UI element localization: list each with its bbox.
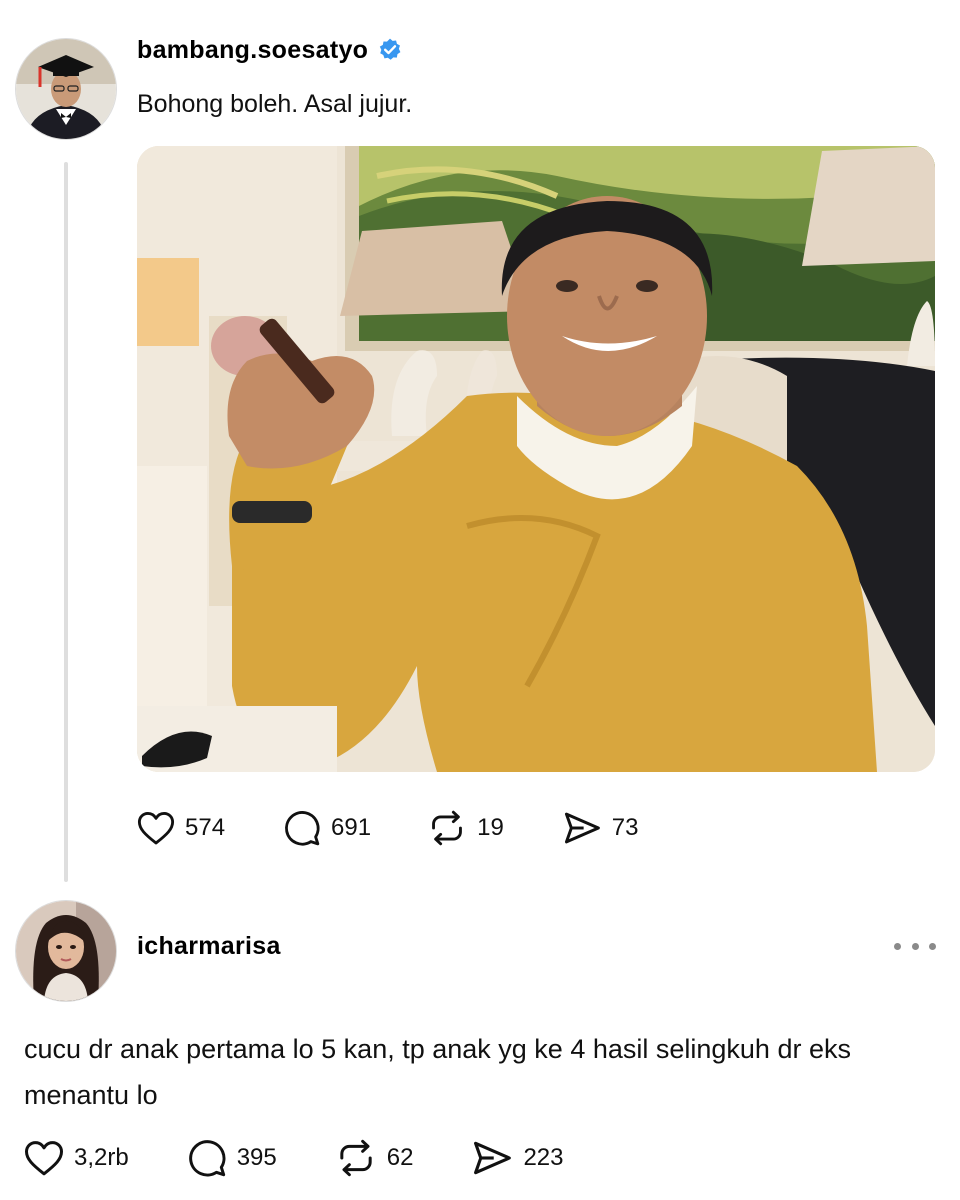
post-photo[interactable] xyxy=(137,146,935,772)
more-icon-dot xyxy=(894,942,901,950)
repost-icon xyxy=(340,1139,372,1177)
repost-icon xyxy=(432,810,462,846)
verified-badge-icon xyxy=(377,37,403,63)
more-icon-dot xyxy=(929,942,936,950)
reply-username[interactable]: icharmarisa xyxy=(137,930,281,962)
post-caption: Bohong boleh. Asal jujur. xyxy=(137,90,413,118)
post-actions: 574 691 19 73 xyxy=(137,808,639,848)
more-options-button[interactable] xyxy=(894,934,936,958)
thread-connector-line xyxy=(64,162,68,882)
reply-share-button[interactable]: 223 xyxy=(471,1139,564,1177)
reply-username-text: icharmarisa xyxy=(137,931,281,960)
post-repost-button[interactable]: 19 xyxy=(427,809,504,847)
comment-icon xyxy=(285,811,320,846)
reply-like-count: 3,2rb xyxy=(74,1144,129,1171)
post-comment-button[interactable]: 691 xyxy=(283,809,371,847)
post-like-button[interactable]: 574 xyxy=(137,810,225,846)
heart-icon xyxy=(137,812,175,845)
reply-share-count: 223 xyxy=(523,1144,564,1171)
reply-actions: 3,2rb 395 62 223 xyxy=(24,1138,564,1178)
post-share-button[interactable]: 73 xyxy=(562,810,639,846)
reply-comment-button[interactable]: 395 xyxy=(187,1138,277,1178)
comment-icon xyxy=(188,1140,226,1177)
post-username-text: bambang.soesatyo xyxy=(137,35,369,64)
post-comment-count: 691 xyxy=(331,814,372,841)
post-username[interactable]: bambang.soesatyo xyxy=(137,34,403,66)
heart-icon xyxy=(25,1141,63,1176)
post-like-count: 574 xyxy=(185,814,226,841)
reply-like-button[interactable]: 3,2rb xyxy=(24,1139,129,1177)
reply-text: cucu dr anak pertama lo 5 kan, tp anak y… xyxy=(24,1034,851,1110)
share-icon xyxy=(564,812,600,844)
post-author-avatar[interactable] xyxy=(15,38,117,140)
post-repost-count: 19 xyxy=(477,814,504,841)
reply-comment-count: 395 xyxy=(236,1144,277,1171)
reply-repost-count: 62 xyxy=(386,1144,414,1171)
more-icon-dot xyxy=(911,942,919,950)
reply-author-avatar[interactable] xyxy=(15,900,117,1002)
post-share-count: 73 xyxy=(611,814,639,841)
share-icon xyxy=(474,1141,512,1175)
reply-repost-button[interactable]: 62 xyxy=(335,1138,414,1178)
